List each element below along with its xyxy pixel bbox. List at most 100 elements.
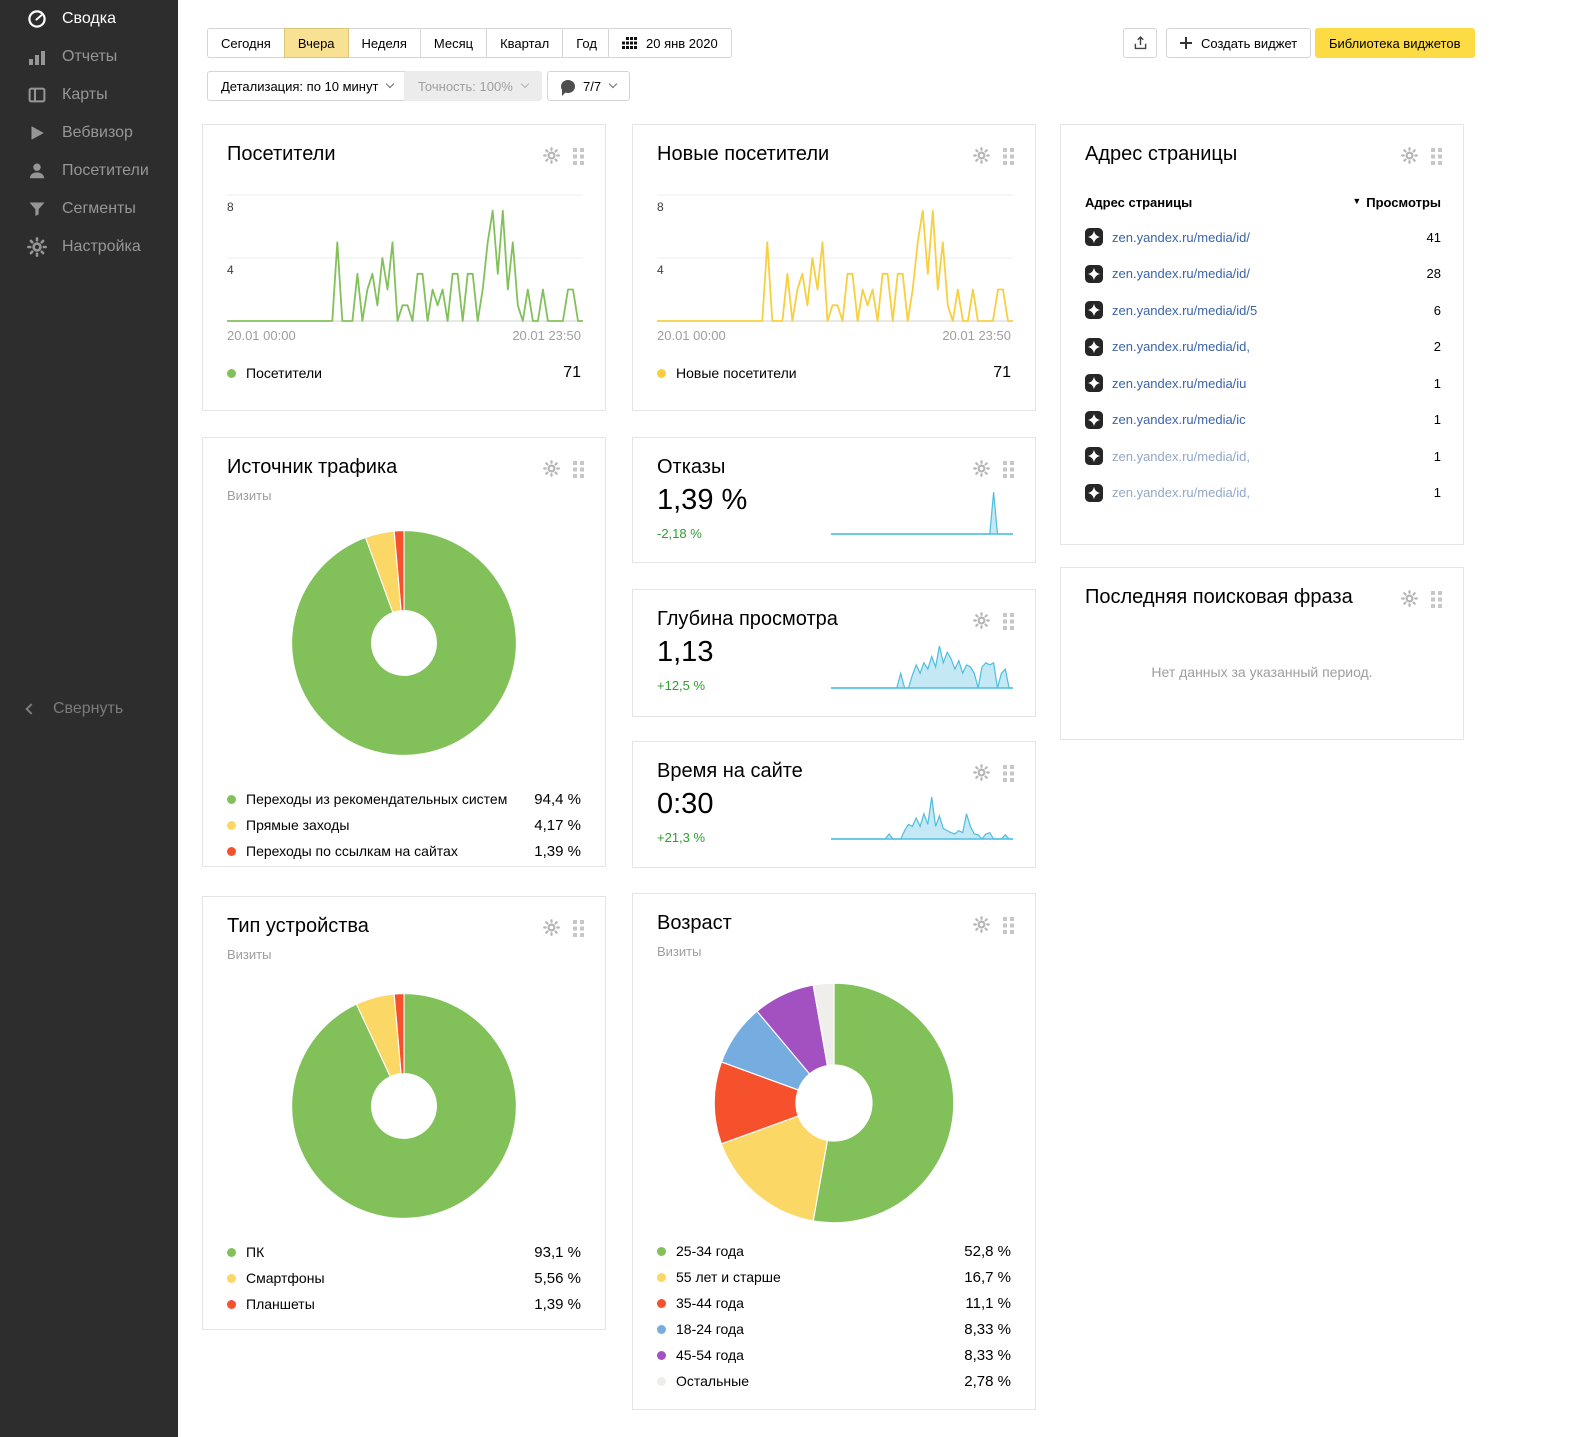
detalization-dropdown[interactable]: Детализация: по 10 минут: [207, 71, 407, 101]
page-url-link[interactable]: zen.yandex.ru/media/id/5: [1112, 303, 1426, 318]
widget-subtitle: Визиты: [227, 947, 271, 962]
widget-library-button[interactable]: Библиотека виджетов: [1315, 28, 1475, 58]
legend-dot: [657, 1247, 666, 1256]
page-url-link[interactable]: zen.yandex.ru/media/id,: [1112, 339, 1426, 354]
sidebar-item-label: Сегменты: [62, 200, 136, 218]
page-url-link[interactable]: zen.yandex.ru/media/iu: [1112, 376, 1426, 391]
period-button-2[interactable]: Неделя: [348, 28, 421, 58]
drag-handle-icon[interactable]: [1431, 590, 1443, 608]
sidebar-item-webvisor-play[interactable]: Вебвизор: [0, 114, 178, 152]
widget-new-visitors: Новые посетители 84 20.01 00:0020.01 23:…: [632, 124, 1036, 411]
widget-title: Тип устройства: [227, 915, 369, 938]
export-button[interactable]: [1123, 28, 1157, 58]
legend-item: ПК93,1 %: [227, 1239, 581, 1265]
sidebar: СводкаОтчетыКартыВебвизор Посетители Сегме…: [0, 0, 178, 1437]
sidebar-item-maps[interactable]: Карты: [0, 76, 178, 114]
period-button-5[interactable]: Год: [562, 28, 611, 58]
widget-settings-gear-icon[interactable]: [973, 764, 990, 781]
period-button-3[interactable]: Месяц: [420, 28, 487, 58]
bar-chart-icon: [27, 47, 47, 67]
legend-dot: [657, 1273, 666, 1282]
collapse-sidebar-button[interactable]: Свернуть: [27, 700, 123, 718]
page-views-value: 28: [1427, 266, 1441, 281]
goals-label: 7/7: [583, 79, 601, 94]
widget-depth: Глубина просмотра 1,13 +12,5 %: [632, 589, 1036, 717]
legend-item: Планшеты1,39 %: [227, 1291, 581, 1317]
sort-desc-icon: ▼: [1352, 196, 1361, 206]
page-url-row: zen.yandex.ru/media/id/28: [1085, 256, 1441, 293]
column-header-views[interactable]: Просмотры: [1366, 195, 1441, 210]
sidebar-item-label: Посетители: [62, 162, 149, 180]
legend-item: Прямые заходы4,17 %: [227, 812, 581, 838]
widget-title: Время на сайте: [657, 760, 803, 783]
metric-delta: +12,5 %: [657, 678, 705, 693]
device-type-legend: ПК93,1 %Смартфоны5,56 %Планшеты1,39 %: [227, 1239, 581, 1317]
widget-settings-gear-icon[interactable]: [543, 919, 560, 936]
speedometer-icon: [27, 9, 47, 29]
date-label: 20 янв 2020: [646, 36, 718, 51]
sidebar-item-bar-chart[interactable]: Отчеты: [0, 38, 178, 76]
drag-handle-icon[interactable]: [1003, 916, 1015, 934]
create-widget-button[interactable]: Создать виджет: [1166, 28, 1311, 58]
period-switcher: СегодняВчераНеделяМесяцКварталГод: [207, 28, 611, 58]
date-picker-button[interactable]: 20 янв 2020: [608, 28, 732, 58]
segments-funnel-icon: [27, 199, 47, 219]
sidebar-item-visitors-person[interactable]: Посетители: [0, 152, 178, 190]
drag-handle-icon[interactable]: [1003, 147, 1015, 165]
export-arrow-icon: [1133, 36, 1148, 51]
widget-settings-gear-icon[interactable]: [543, 460, 560, 477]
widget-settings-gear-icon[interactable]: [973, 147, 990, 164]
detalization-label: Детализация: по 10 минут: [221, 79, 378, 94]
create-widget-label: Создать виджет: [1201, 36, 1297, 51]
goals-dropdown[interactable]: 7/7: [547, 71, 630, 101]
page-views-value: 1: [1434, 485, 1441, 500]
zen-icon: [1085, 447, 1103, 465]
drag-handle-icon[interactable]: [1003, 764, 1015, 782]
widget-title: Адрес страницы: [1085, 143, 1237, 166]
widget-settings-gear-icon[interactable]: [973, 460, 990, 477]
widget-title: Глубина просмотра: [657, 608, 838, 631]
drag-handle-icon[interactable]: [573, 147, 585, 165]
zen-icon: [1085, 484, 1103, 502]
column-header-url[interactable]: Адрес страницы: [1085, 195, 1352, 210]
widget-settings-gear-icon[interactable]: [1401, 590, 1418, 607]
drag-handle-icon[interactable]: [573, 460, 585, 478]
x-axis-labels: 20.01 00:0020.01 23:50: [227, 328, 581, 343]
page-url-link[interactable]: zen.yandex.ru/media/id/: [1112, 230, 1419, 245]
widget-traffic-source: Источник трафика Визиты Переходы из реко…: [202, 437, 606, 867]
page-views-value: 2: [1434, 339, 1441, 354]
page-url-link[interactable]: zen.yandex.ru/media/id/: [1112, 266, 1419, 281]
legend-dot: [657, 1325, 666, 1334]
chevron-down-icon: [521, 80, 529, 88]
widget-library-label: Библиотека виджетов: [1329, 36, 1461, 51]
page-views-value: 1: [1434, 412, 1441, 427]
widget-settings-gear-icon[interactable]: [1401, 147, 1418, 164]
traffic-source-donut: [203, 522, 605, 764]
drag-handle-icon[interactable]: [1431, 147, 1443, 165]
sidebar-item-label: Настройка: [62, 238, 141, 256]
widget-settings-gear-icon[interactable]: [543, 147, 560, 164]
collapse-label: Свернуть: [53, 700, 123, 718]
sidebar-item-speedometer[interactable]: Сводка: [0, 0, 178, 38]
page-url-row: zen.yandex.ru/media/id,1: [1085, 438, 1441, 475]
legend-item: 18-24 года8,33 %: [657, 1316, 1011, 1342]
drag-handle-icon[interactable]: [1003, 612, 1015, 630]
widget-settings-gear-icon[interactable]: [973, 612, 990, 629]
accuracy-dropdown[interactable]: Точность: 100%: [404, 71, 542, 101]
drag-handle-icon[interactable]: [573, 919, 585, 937]
chat-bubble-icon: [561, 80, 575, 93]
page-url-link[interactable]: zen.yandex.ru/media/id,: [1112, 449, 1426, 464]
sidebar-item-segments-funnel[interactable]: Сегменты: [0, 190, 178, 228]
period-button-1[interactable]: Вчера: [284, 28, 349, 58]
period-button-4[interactable]: Квартал: [486, 28, 563, 58]
page-url-link[interactable]: zen.yandex.ru/media/ic: [1112, 412, 1426, 427]
zen-icon: [1085, 374, 1103, 392]
page-url-row: zen.yandex.ru/media/ic 1: [1085, 402, 1441, 439]
accuracy-label: Точность: 100%: [418, 79, 513, 94]
drag-handle-icon[interactable]: [1003, 460, 1015, 478]
page-url-link[interactable]: zen.yandex.ru/media/id,: [1112, 485, 1426, 500]
chevron-left-icon: [25, 703, 36, 714]
widget-settings-gear-icon[interactable]: [973, 916, 990, 933]
period-button-0[interactable]: Сегодня: [207, 28, 285, 58]
sidebar-item-settings-gear[interactable]: Настройка: [0, 228, 178, 266]
